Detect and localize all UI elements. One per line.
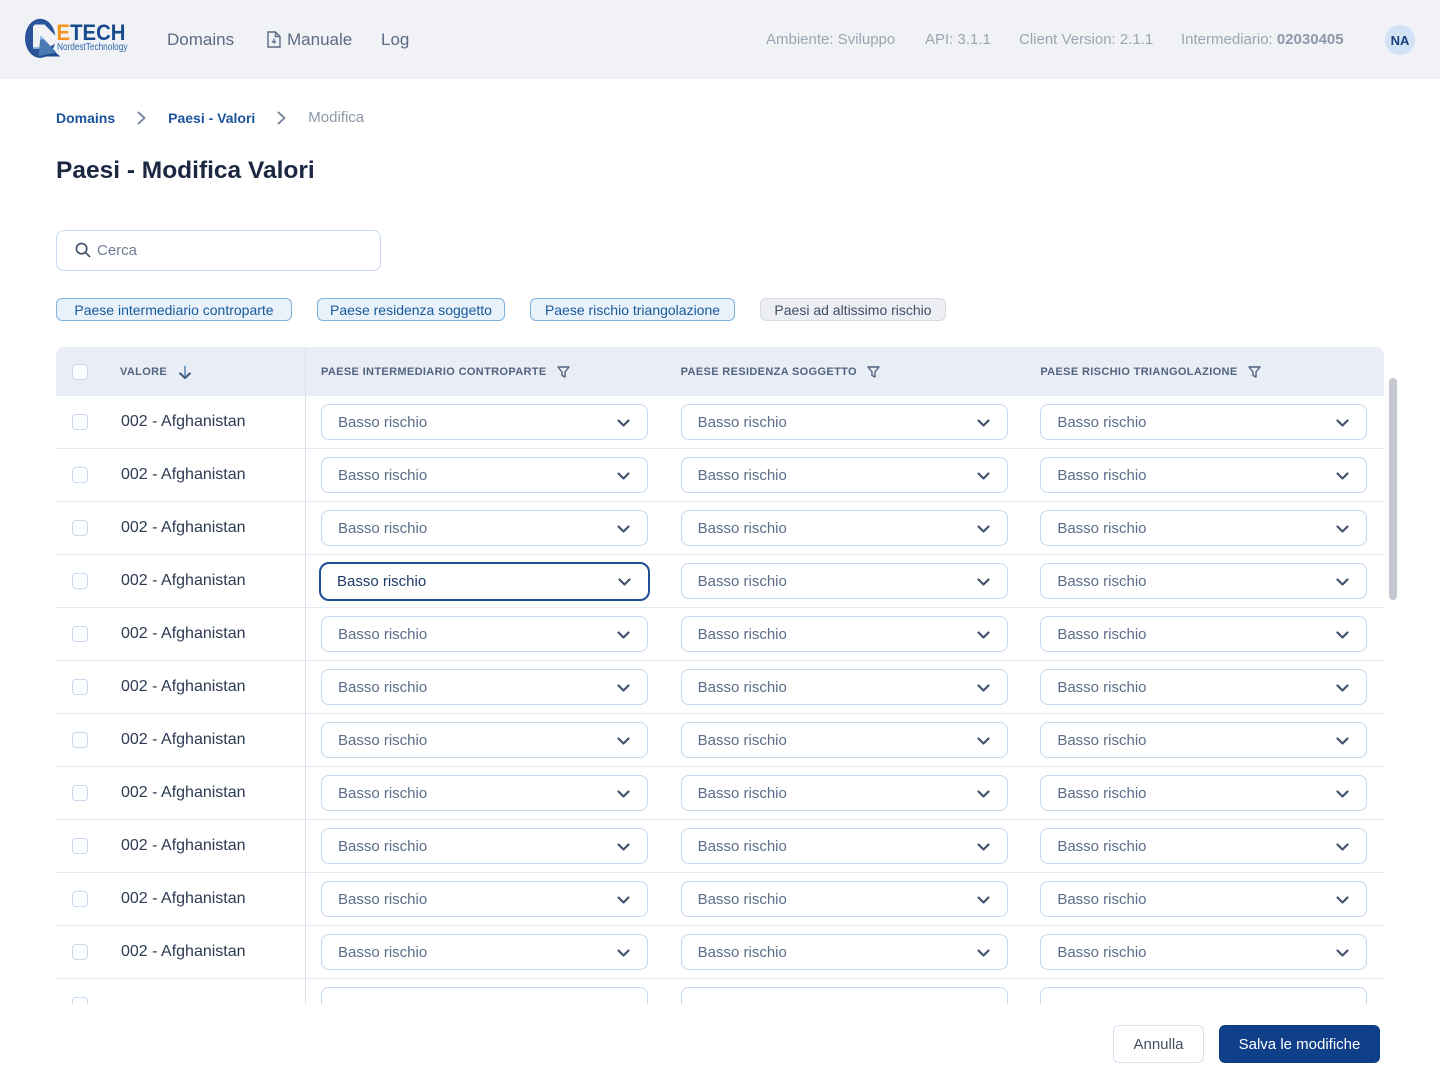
svg-text:NordestTechnology: NordestTechnology (57, 41, 128, 52)
